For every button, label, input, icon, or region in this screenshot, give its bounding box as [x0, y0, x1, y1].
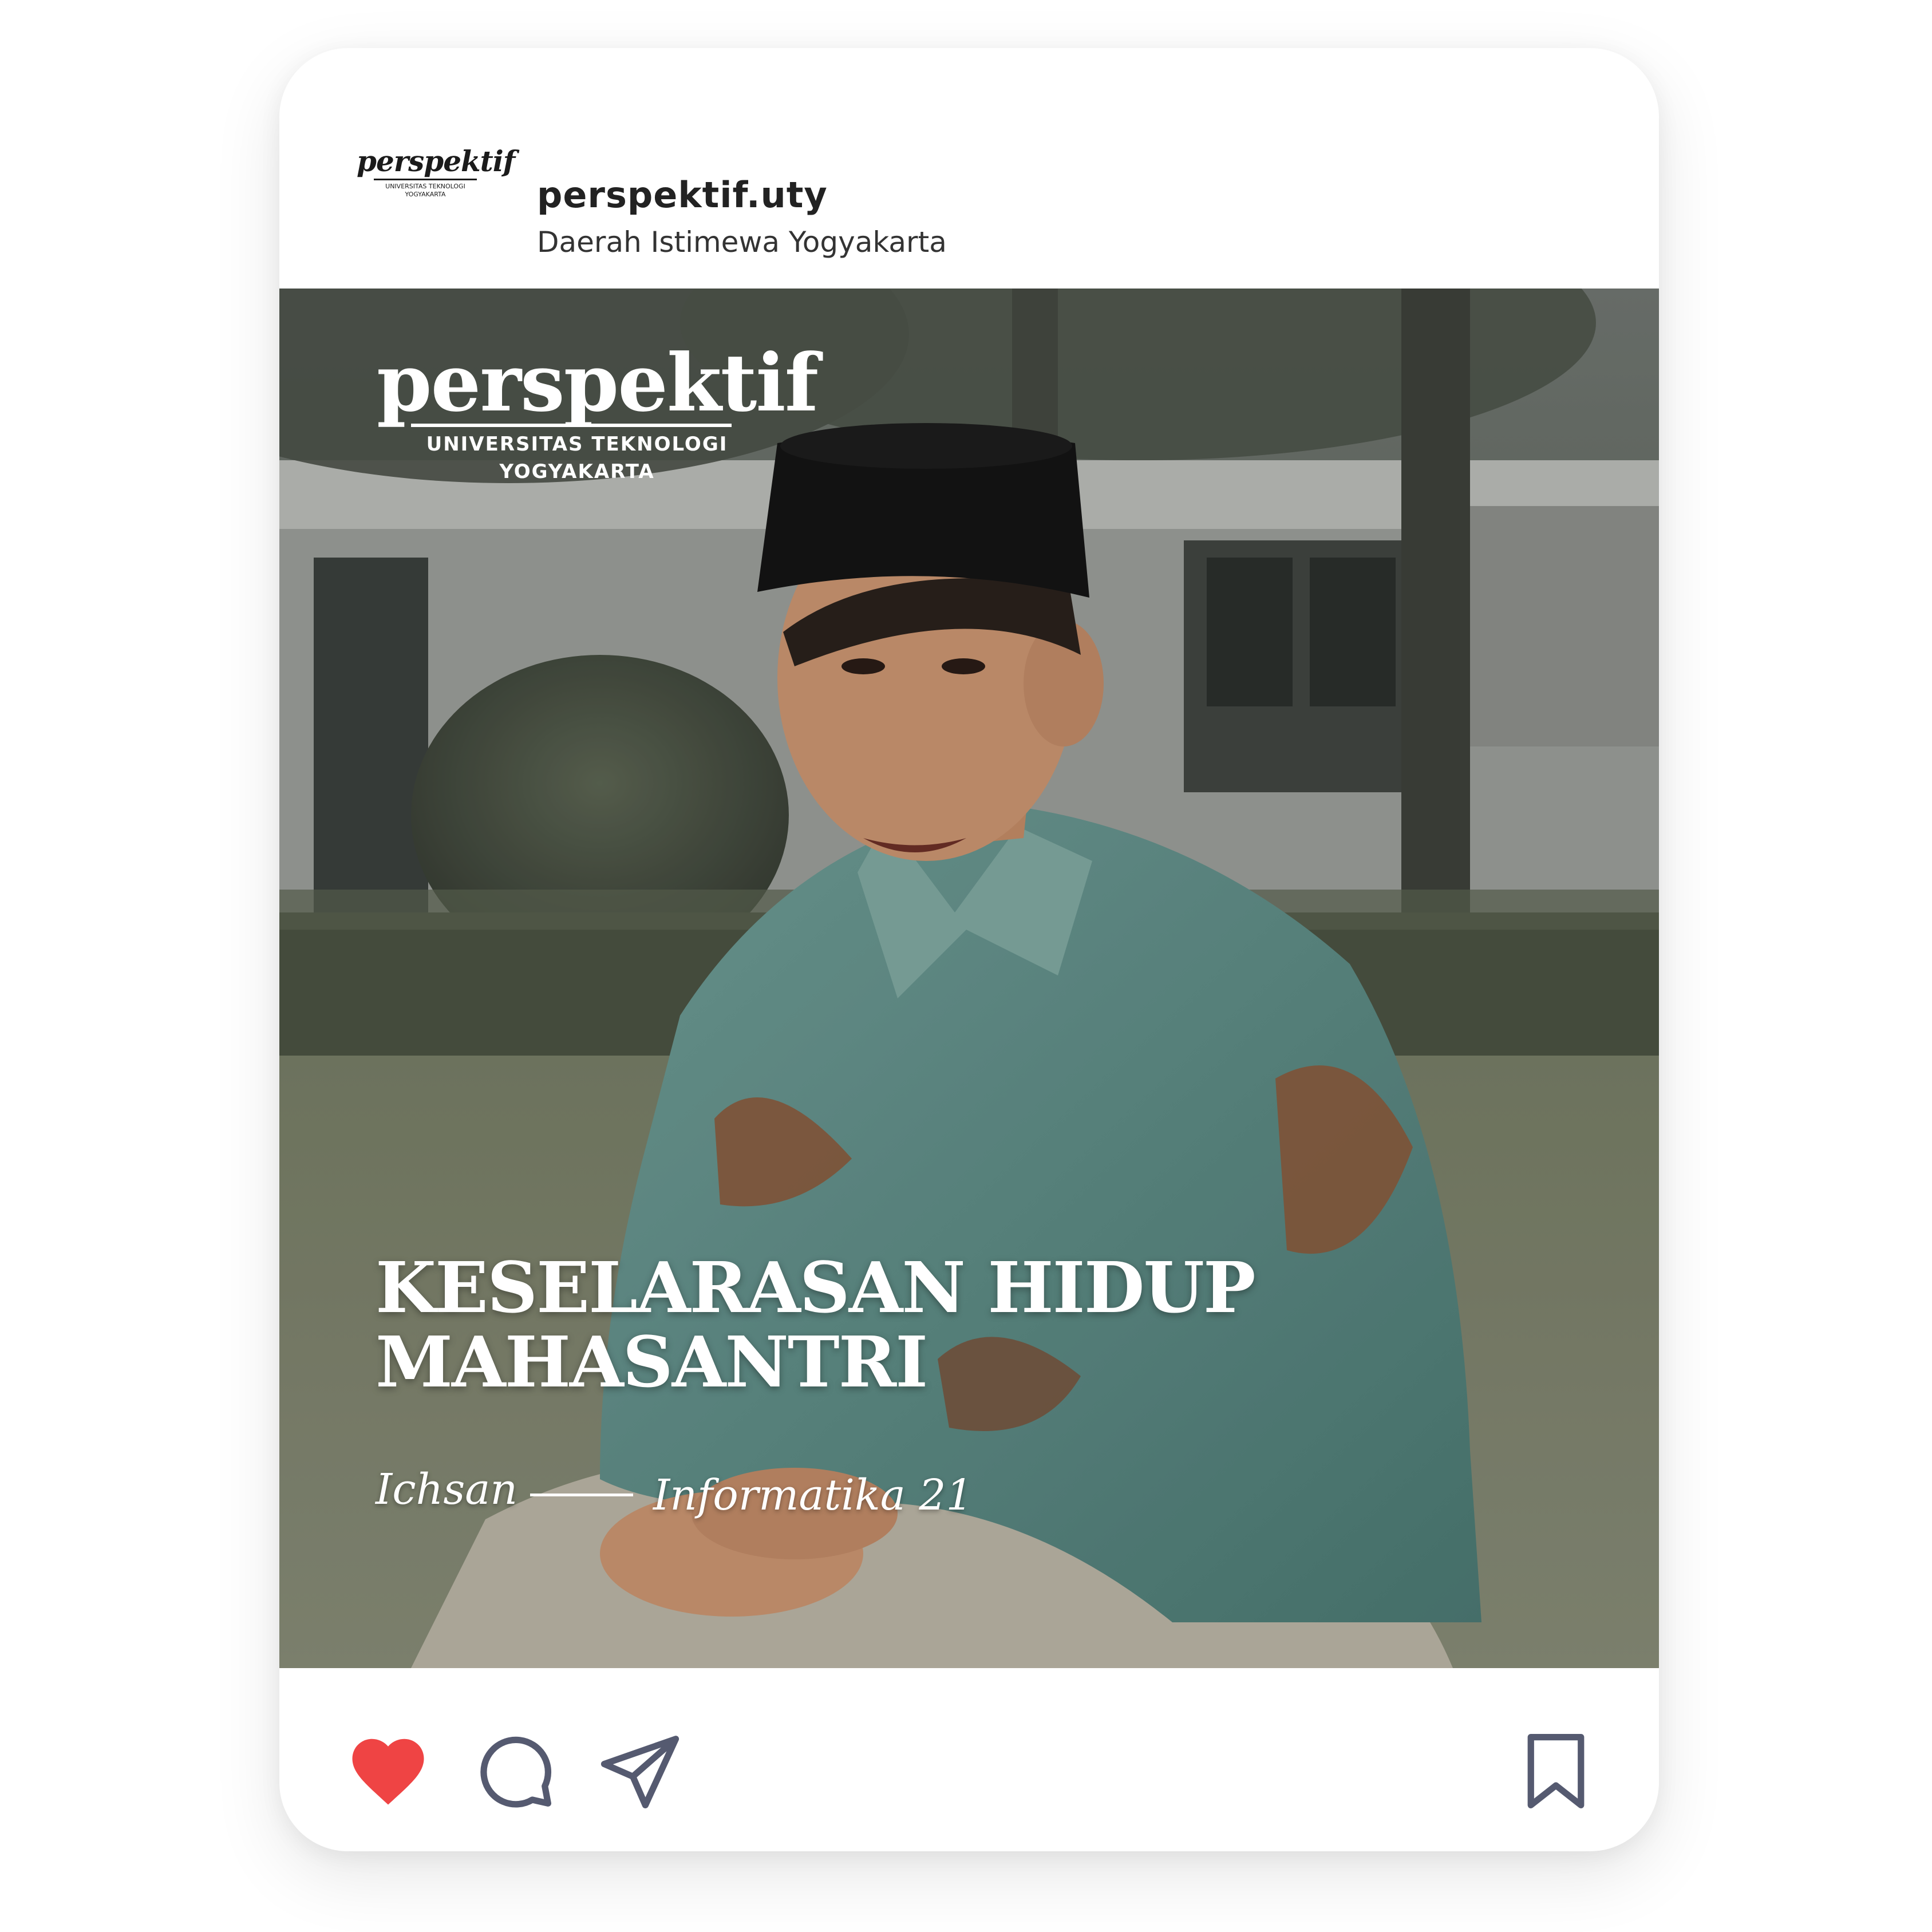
image-logo: perspektif UNIVERSITAS TEKNOLOGI YOGYAKA…	[377, 336, 819, 485]
image-logo-sub2: YOGYAKARTA	[499, 460, 655, 483]
location[interactable]: Daerah Istimewa Yogyakarta	[537, 226, 947, 259]
byline-major: Informatika 21	[653, 1471, 973, 1520]
comment-button[interactable]	[471, 1728, 557, 1814]
avatar-logo-word: perspektif	[357, 144, 515, 178]
comment-bubble-icon	[480, 1736, 552, 1808]
avatar[interactable]: perspektif UNIVERSITAS TEKNOLOGI YOGYAKA…	[357, 144, 515, 231]
image-headline: KESELARASAN HIDUP MAHASANTRI	[376, 1246, 1256, 1403]
post-header: perspektif UNIVERSITAS TEKNOLOGI YOGYAKA…	[279, 48, 1659, 289]
byline-dash	[530, 1494, 633, 1496]
headline-line-1: KESELARASAN HIDUP	[376, 1246, 1256, 1329]
post-image[interactable]: perspektif UNIVERSITAS TEKNOLOGI YOGYAKA…	[279, 289, 1659, 1668]
avatar-logo-sub1: UNIVERSITAS TEKNOLOGI	[385, 183, 465, 190]
heart-filled-icon	[352, 1739, 424, 1805]
bookmark-icon	[1527, 1734, 1585, 1808]
post-card: perspektif UNIVERSITAS TEKNOLOGI YOGYAKA…	[279, 48, 1659, 1851]
save-button[interactable]	[1513, 1728, 1599, 1814]
byline-name: Ichsan	[376, 1465, 518, 1514]
image-logo-sub1: UNIVERSITAS TEKNOLOGI	[426, 433, 728, 456]
username[interactable]: perspektif.uty	[537, 174, 828, 216]
headline-line-2: MAHASANTRI	[376, 1321, 928, 1403]
share-button[interactable]	[597, 1728, 683, 1814]
post-photo	[279, 289, 1659, 1668]
image-byline: Ichsan Informatika 21	[376, 1465, 1062, 1520]
avatar-logo-rule	[374, 179, 477, 180]
image-logo-word: perspektif	[377, 336, 819, 429]
action-bar	[279, 1668, 1659, 1851]
like-button[interactable]	[345, 1728, 431, 1814]
avatar-logo-sub2: YOGYAKARTA	[405, 191, 446, 198]
paper-plane-icon	[600, 1736, 679, 1808]
